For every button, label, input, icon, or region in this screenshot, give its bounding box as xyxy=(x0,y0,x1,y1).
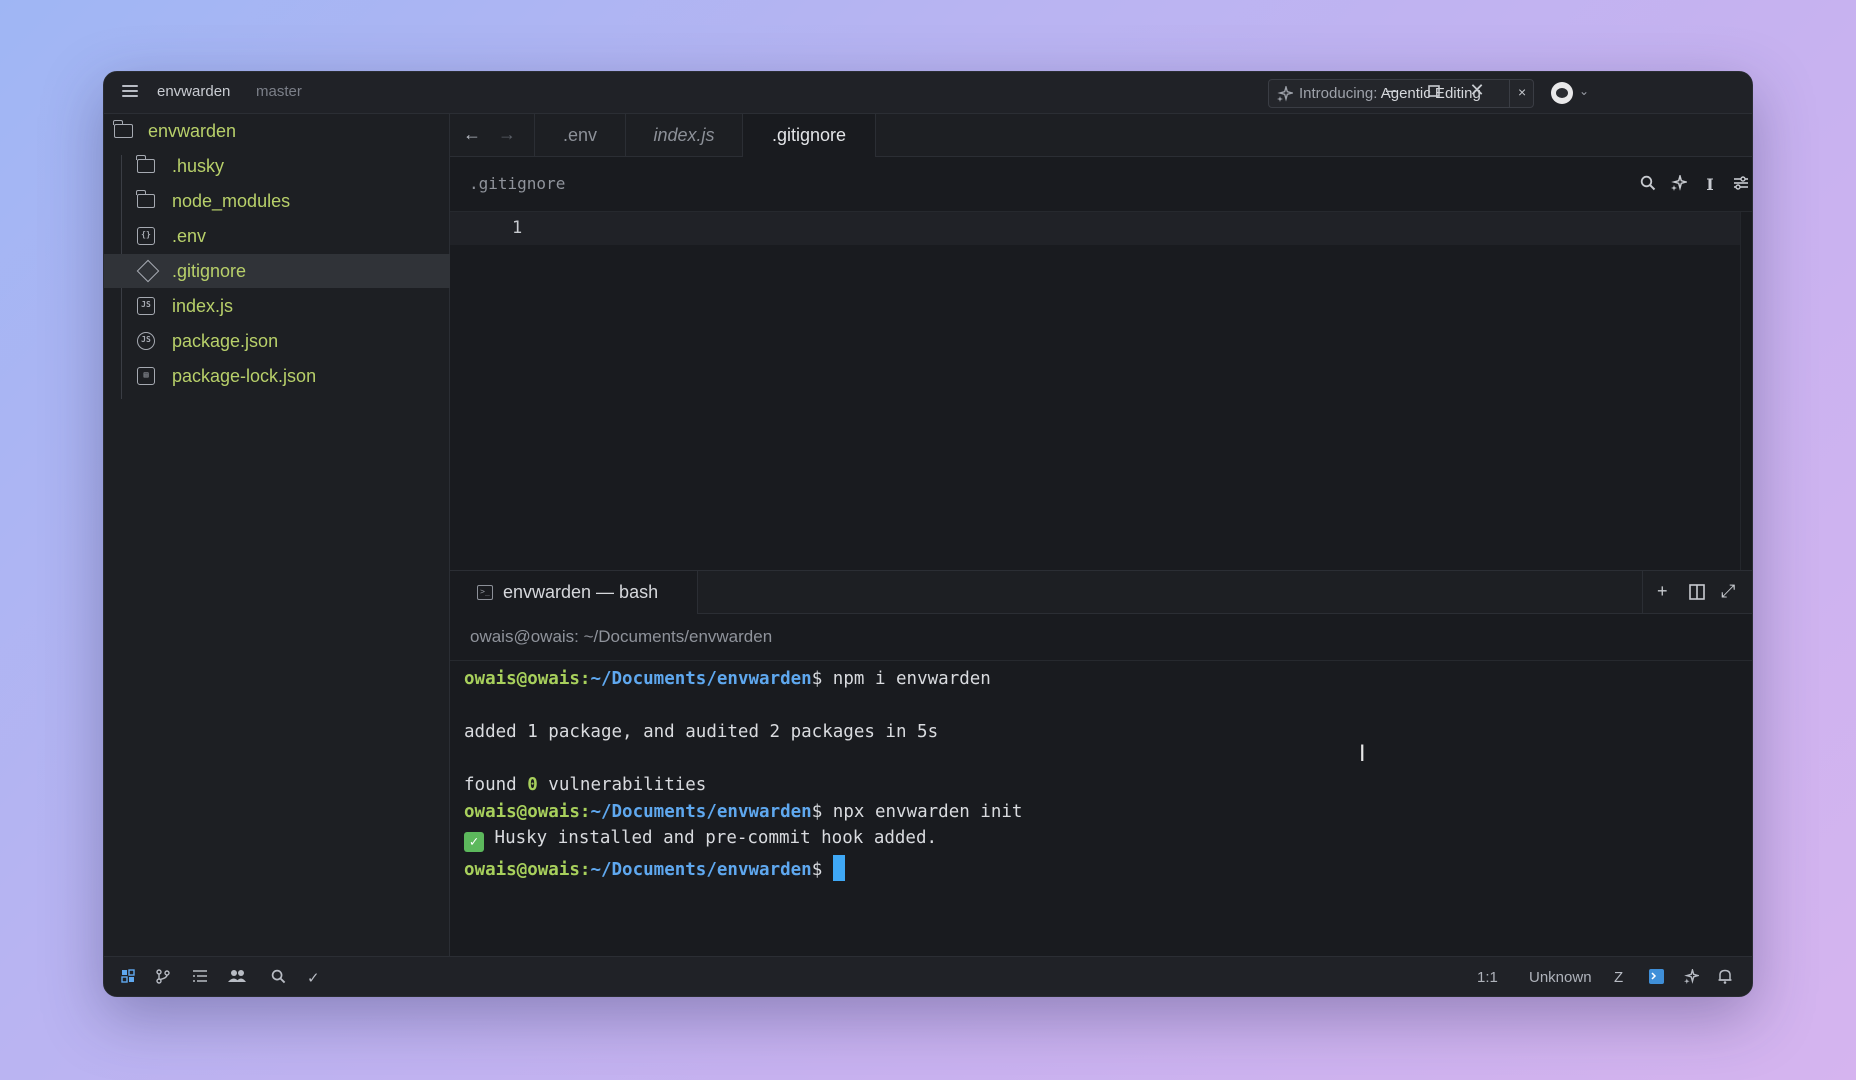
tree-item-node-modules[interactable]: node_modules xyxy=(104,184,450,218)
terminal-line: owais@owais:~/Documents/envwarden$ npx e… xyxy=(464,802,1023,822)
tree-item-package-lock-json[interactable]: ▤ package-lock.json xyxy=(104,359,450,393)
text-cursor-icon[interactable]: I xyxy=(1701,175,1719,194)
editor-window: envwarden master Introducing: Agentic Ed… xyxy=(103,71,1753,997)
maximize-icon[interactable] xyxy=(1422,80,1446,103)
terminal-line: found 0 vulnerabilities xyxy=(464,775,707,795)
tree-item-env[interactable]: {} .env xyxy=(104,219,450,253)
tree-item-husky[interactable]: .husky xyxy=(104,149,450,183)
diagnostics-check-icon[interactable]: ✓ xyxy=(307,969,320,987)
terminal-tab[interactable]: >_ envwarden — bash xyxy=(450,571,698,614)
terminal-title: owais@owais: ~/Documents/envwarden xyxy=(470,627,773,646)
search-icon[interactable] xyxy=(271,969,286,988)
terminal-tab-bar: >_ envwarden — bash + ⤢ xyxy=(450,570,1752,614)
editor-toolbar: .gitignore I xyxy=(450,157,1752,212)
assistant-sparkle-icon[interactable] xyxy=(1684,967,1701,988)
editor-scrollbar[interactable] xyxy=(1740,212,1752,570)
status-bar: ✓ 1:1 Unknown Z xyxy=(104,956,1752,996)
project-panel: envwarden .husky node_modules {} .env .g… xyxy=(104,114,450,956)
forward-arrow-icon[interactable]: → xyxy=(498,124,516,145)
tree-item-package-json[interactable]: JS package.json xyxy=(104,324,450,358)
folder-icon xyxy=(136,155,155,173)
language-model-icon[interactable]: Z xyxy=(1614,969,1623,986)
branch-name[interactable]: master xyxy=(256,83,302,100)
line-number: 1 xyxy=(512,218,523,238)
terminal-panel-icon[interactable] xyxy=(1649,969,1664,988)
maximize-panel-icon[interactable]: ⤢ xyxy=(1721,581,1735,602)
outline-list-icon[interactable] xyxy=(192,969,208,987)
tree-item-gitignore[interactable]: .gitignore xyxy=(104,254,450,288)
editor-tab-bar: ← → .env index.js .gitignore xyxy=(450,114,1752,157)
terminal-line: added 1 package, and audited 2 packages … xyxy=(464,722,939,742)
sparkle-icon xyxy=(1277,86,1293,102)
lock-file-icon: ▤ xyxy=(137,367,155,385)
assistant-sparkle-icon[interactable] xyxy=(1670,173,1689,193)
js-file-icon: JS xyxy=(137,297,155,315)
env-file-icon: {} xyxy=(137,227,155,245)
current-line-highlight xyxy=(450,212,1740,245)
check-mark-icon: ✓ xyxy=(464,832,484,852)
nodejs-icon: JS xyxy=(137,332,155,350)
terminal-cursor xyxy=(832,855,845,881)
terminal-line: owais@owais:~/Documents/envwarden$ npm i… xyxy=(464,669,991,689)
terminal-tools: + ⤢ xyxy=(1642,571,1752,614)
project-name[interactable]: envwarden xyxy=(157,83,230,100)
cursor-position[interactable]: 1:1 xyxy=(1477,969,1498,986)
terminal-header: owais@owais: ~/Documents/envwarden xyxy=(450,614,1752,661)
search-icon[interactable] xyxy=(1639,175,1657,193)
settings-sliders-icon[interactable] xyxy=(1732,175,1750,193)
new-terminal-icon[interactable]: + xyxy=(1657,581,1668,602)
tree-item-index-js[interactable]: JS index.js xyxy=(104,289,450,323)
folder-icon xyxy=(136,190,155,208)
close-announcement-icon[interactable]: × xyxy=(1518,84,1526,100)
collaborators-icon[interactable] xyxy=(228,969,246,987)
tree-root-envwarden[interactable]: envwarden xyxy=(104,114,450,148)
code-editor[interactable]: 1 xyxy=(450,212,1752,570)
minimize-icon[interactable]: – xyxy=(1379,80,1403,101)
project-panel-icon[interactable] xyxy=(121,969,135,987)
breadcrumb[interactable]: .gitignore xyxy=(469,174,565,193)
terminal-line: ✓ Husky installed and pre-commit hook ad… xyxy=(464,828,937,852)
close-window-icon[interactable]: ✕ xyxy=(1465,80,1489,101)
notification-bell-icon[interactable] xyxy=(1718,969,1732,988)
git-diamond-icon xyxy=(136,259,160,283)
chevron-down-icon[interactable]: ⌄ xyxy=(1579,84,1589,98)
terminal-output[interactable]: owais@owais:~/Documents/envwarden$ npm i… xyxy=(450,661,1752,956)
git-branch-icon[interactable] xyxy=(156,969,170,988)
tab-index-js[interactable]: index.js xyxy=(625,114,742,157)
title-bar: envwarden master Introducing: Agentic Ed… xyxy=(104,72,1752,114)
tab-env[interactable]: .env xyxy=(534,114,625,157)
back-arrow-icon[interactable]: ← xyxy=(463,124,481,145)
language-mode[interactable]: Unknown xyxy=(1529,969,1592,986)
mouse-ibeam-cursor-icon: I xyxy=(1359,742,1366,767)
terminal-line: owais@owais:~/Documents/envwarden$ xyxy=(464,855,845,881)
user-avatar[interactable] xyxy=(1551,82,1573,104)
split-pane-icon[interactable] xyxy=(1689,581,1705,605)
terminal-icon: >_ xyxy=(477,585,493,600)
hamburger-menu-icon[interactable] xyxy=(122,85,138,99)
tab-gitignore[interactable]: .gitignore xyxy=(742,114,876,157)
folder-open-icon xyxy=(113,120,133,138)
